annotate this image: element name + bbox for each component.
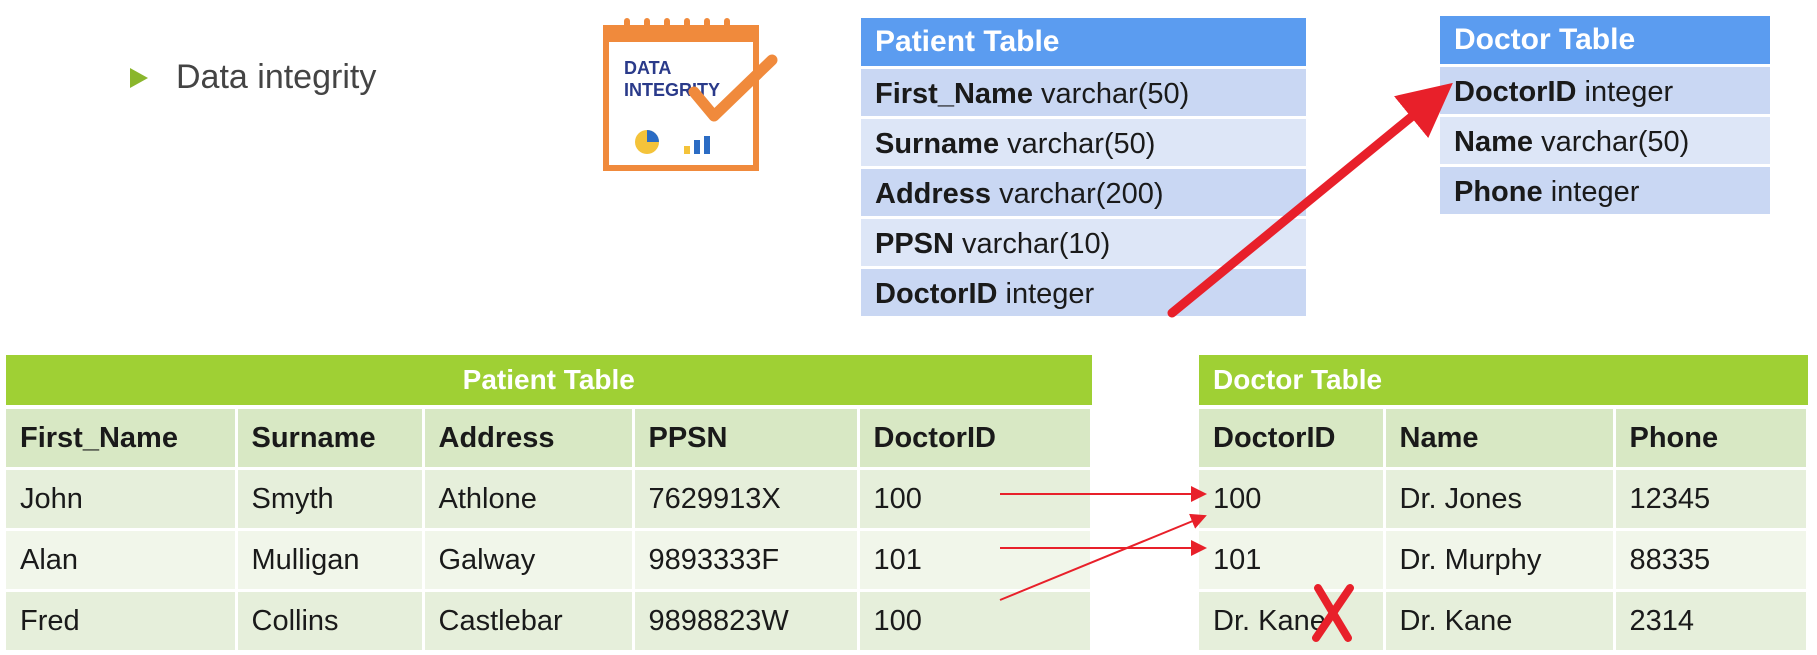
row-link-arrow bbox=[999, 513, 1207, 601]
schema-foreign-key-arrow bbox=[1167, 82, 1453, 318]
invalid-cross-icon bbox=[1312, 584, 1354, 642]
relationship-arrows bbox=[999, 82, 1453, 642]
